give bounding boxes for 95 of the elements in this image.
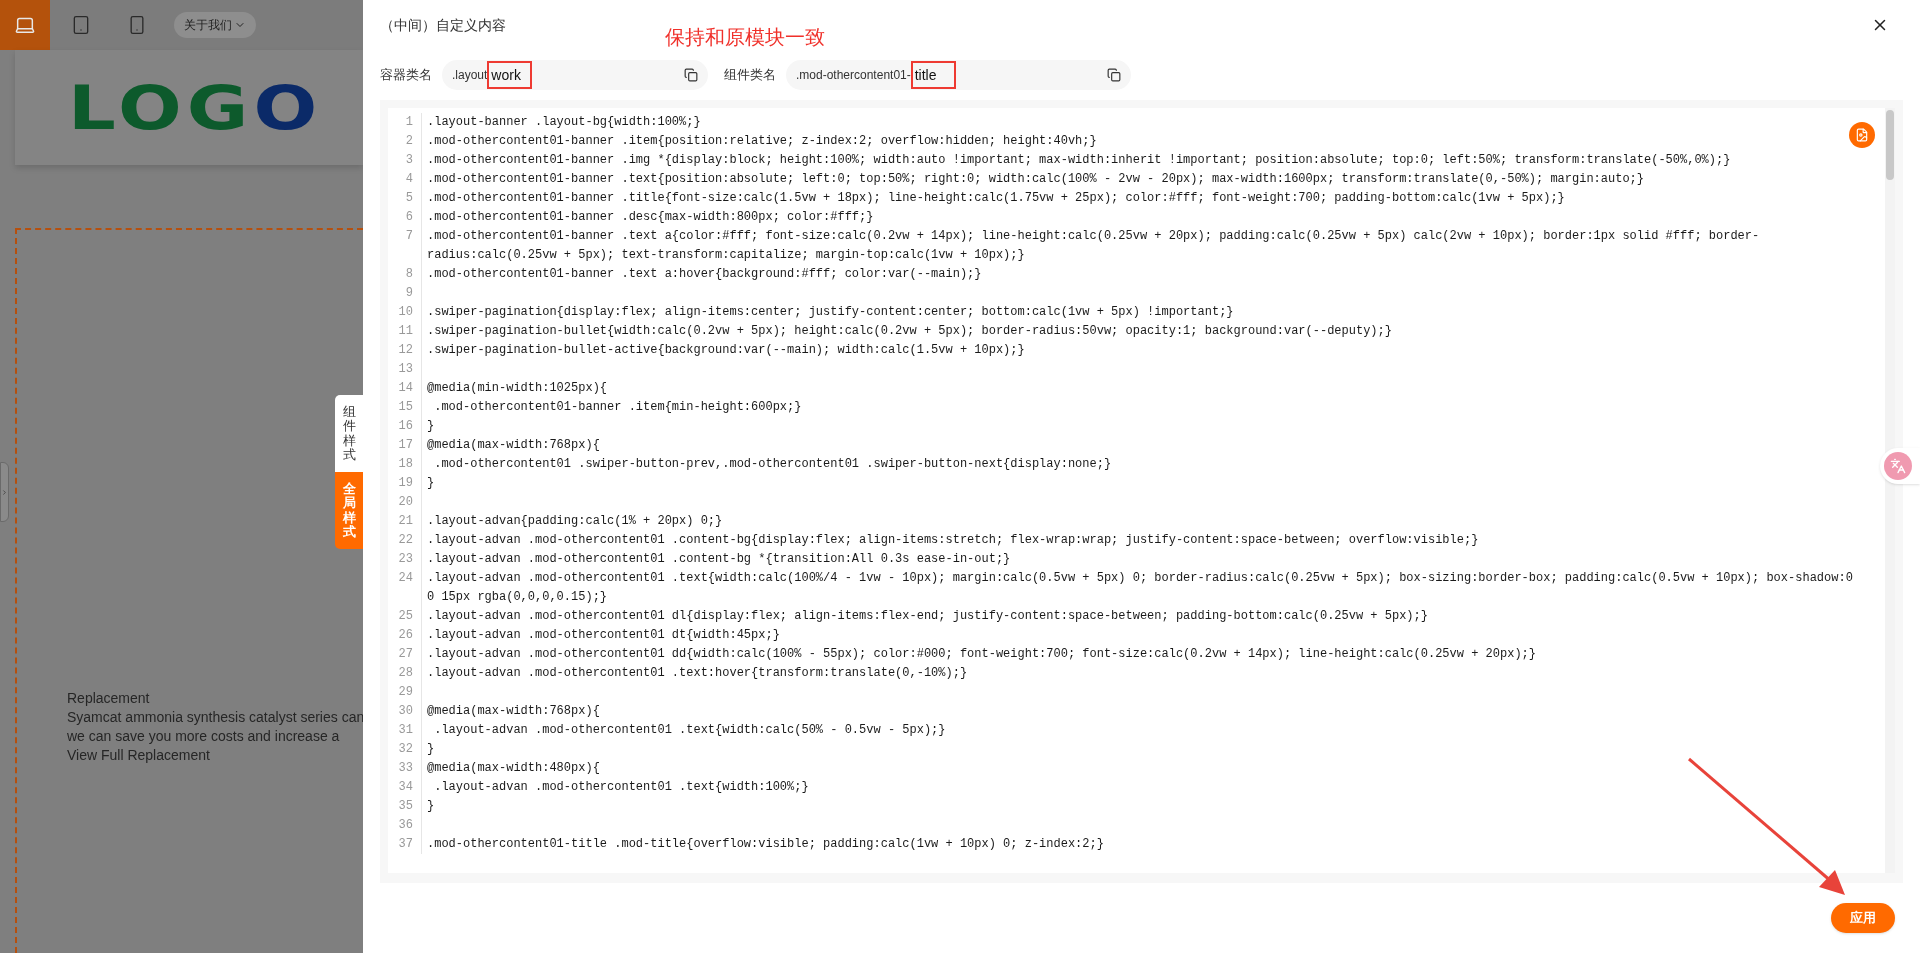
code-line: .swiper-pagination{display:flex; align-items:center; justify-content:center; bottom:calc(1vw + 5px) !important;}	[426, 304, 1235, 321]
code-line: .swiper-pagination-bullet{width:calc(0.2vw + 5px); height:calc(0.2vw + 5px); border-radius:50vw; opacity:1; background:var(--deputy);}	[426, 323, 1393, 340]
style-tab[interactable]: 组件样式	[335, 395, 363, 473]
banner-title: Replacement	[67, 689, 150, 708]
line-number: 17	[388, 436, 422, 455]
code-line: .layout-advan .mod-othercontent01 .content-bg{display:flex; align-items:stretch; flex-wrap:wrap; justify-content:space-between; overflow:visible;}	[426, 532, 1480, 549]
line-number: 27	[388, 645, 422, 664]
translate-icon	[1890, 458, 1906, 474]
line-number: 21	[388, 512, 422, 531]
line-number: 12	[388, 341, 422, 360]
view-link[interactable]: View Full Replacement	[67, 746, 210, 765]
code-line: .layout-advan .mod-othercontent01 .content-bg *{transition:All 0.3s ease-in-out;}	[426, 551, 1012, 568]
line-number: 31	[388, 721, 422, 740]
code-line: @media(max-width:768px){	[426, 437, 601, 454]
code-line: .mod-othercontent01-banner .item{min-height:600px;}	[433, 399, 803, 416]
code-line: .layout-advan .mod-othercontent01 dl{display:flex; align-items:flex-end; justify-content:space-between; padding-bottom:calc(0.25vw + 5px);}	[426, 608, 1429, 625]
code-line: .mod-othercontent01-banner .desc{max-width:800px; color:#fff;}	[426, 209, 875, 226]
line-number: 4	[388, 170, 422, 189]
code-line: .mod-othercontent01-title .mod-title{overflow:visible; padding:calc(1vw + 10px) 0; z-index:2;}	[426, 836, 1105, 853]
code-line: .layout-banner .layout-bg{width:100%;}	[426, 114, 702, 131]
class-name-field[interactable]: .mod-othercontent01- title	[786, 60, 1131, 90]
code-line: .mod-othercontent01-banner .img *{display:block; height:100%; width:auto !important; max-width:inherit !important; position:absolute; top:0; left:50%; transform:translate(-50%,0%);}	[426, 152, 1732, 169]
tablet-icon	[71, 15, 91, 35]
line-number: 24	[388, 569, 422, 607]
line-number: 18	[388, 455, 422, 474]
copy-icon[interactable]	[684, 68, 698, 82]
line-number: 13	[388, 360, 422, 379]
line-number: 16	[388, 417, 422, 436]
code-line: }	[426, 418, 436, 435]
laptop-view-button[interactable]	[0, 0, 50, 50]
apply-button[interactable]: 应用	[1831, 903, 1895, 933]
line-number: 10	[388, 303, 422, 322]
translate-button[interactable]	[1880, 448, 1920, 484]
line-number: 30	[388, 702, 422, 721]
line-number: 5	[388, 189, 422, 208]
code-line: .swiper-pagination-bullet-active{background:var(--main); width:calc(1.5vw + 10px);}	[426, 342, 1026, 359]
code-editor[interactable]	[380, 100, 1903, 883]
code-line: .mod-othercontent01-banner .text a{color:#fff; font-size:calc(0.2vw + 14px); line-height:calc(0.25vw + 20px); padding:calc(0.25vw + 5px) calc(2vw + 10px); border:1px solid #fff; border-radius:calc(0.25vw + 5px); text-transform:capitalize; margin-top:calc(1vw + 10px);}	[426, 228, 1761, 264]
code-line: @media(max-width:480px){	[426, 760, 601, 777]
code-line: .layout-advan .mod-othercontent01 dd{width:calc(100% - 55px); color:#000; font-weight:700; font-size:calc(0.2vw + 14px); line-height:calc(0.25vw + 20px);}	[426, 646, 1537, 663]
code-line: .layout-advan .mod-othercontent01 dt{width:45px;}	[426, 627, 781, 644]
line-number: 2	[388, 132, 422, 151]
code-line: .layout-advan .mod-othercontent01 .text{width:100%;}	[433, 779, 810, 796]
line-number: 6	[388, 208, 422, 227]
banner-description-line: we can save you more costs and increase a	[67, 727, 340, 746]
code-line: .layout-advan .mod-othercontent01 .text{width:calc(50% - 0.5vw - 5px);}	[433, 722, 947, 739]
line-number: 1	[388, 113, 422, 132]
line-number: 14	[388, 379, 422, 398]
line-number: 34	[388, 778, 422, 797]
line-number: 22	[388, 531, 422, 550]
expand-handle[interactable]	[0, 462, 9, 522]
class-name-field[interactable]: .layout work	[442, 60, 708, 90]
code-line: }	[426, 741, 436, 758]
line-number: 8	[388, 265, 422, 284]
line-number: 26	[388, 626, 422, 645]
code-line: .layout-advan .mod-othercontent01 .text:hover{transform:translate(0,-10%);}	[426, 665, 969, 682]
code-line: }	[426, 475, 436, 492]
style-tab[interactable]: 全局样式	[335, 472, 363, 550]
image-icon	[1855, 128, 1869, 142]
copy-icon[interactable]	[1107, 68, 1121, 82]
line-number: 19	[388, 474, 422, 493]
field-label: 组件类名	[724, 66, 776, 85]
code-line: .mod-othercontent01-banner .item{position:relative; z-index:2; overflow:hidden; height:40vh;}	[426, 133, 1098, 150]
line-number: 32	[388, 740, 422, 759]
banner-description-line: Syamcat ammonia synthesis catalyst series can	[67, 708, 365, 727]
line-number: 37	[388, 835, 422, 854]
scrollbar[interactable]	[1885, 108, 1895, 873]
line-number: 9	[388, 284, 422, 303]
code-line: .mod-othercontent01-banner .text{position:absolute; left:0; top:50%; right:0; width:calc(100% - 2vw - 20px); max-width:1600px; transform:translate(0,-50%); margin:auto;}	[426, 171, 1645, 188]
code-line: .layout-advan .mod-othercontent01 .text{width:calc(100%/4 - 1vw - 10px); margin:calc(0.5vw + 5px) 0; border-radius:calc(0.25vw + 5px); box-sizing:border-box; padding:calc(0.5vw + 10px); box-shadow:0 0 15px rgba(0,0,0,0.15);}	[426, 570, 1854, 606]
field-label: 容器类名	[380, 66, 432, 85]
line-number: 20	[388, 493, 422, 512]
line-number: 28	[388, 664, 422, 683]
line-number: 7	[388, 227, 422, 265]
line-number: 23	[388, 550, 422, 569]
line-number: 11	[388, 322, 422, 341]
line-number: 33	[388, 759, 422, 778]
code-line: .mod-othercontent01 .swiper-button-prev,.mod-othercontent01 .swiper-button-next{display:none;}	[433, 456, 1113, 473]
page-dropdown[interactable]: 关于我们	[174, 12, 256, 38]
line-number: 15	[388, 398, 422, 417]
code-line: .mod-othercontent01-banner .text a:hover{background:#fff; color:var(--main);}	[426, 266, 983, 283]
drawer-title: （中间）自定义内容	[380, 15, 506, 35]
code-line: @media(min-width:1025px){	[426, 380, 609, 397]
line-number: 35	[388, 797, 422, 816]
image-button[interactable]	[1849, 122, 1875, 148]
line-number: 25	[388, 607, 422, 626]
annotation-text: 保持和原模块一致	[665, 25, 825, 50]
line-number: 29	[388, 683, 422, 702]
code-line: }	[426, 798, 436, 815]
logo: LOG O	[68, 77, 323, 138]
code-line: .layout-advan{padding:calc(1% + 20px) 0;}	[426, 513, 724, 530]
line-number: 36	[388, 816, 422, 835]
line-number: 3	[388, 151, 422, 170]
code-line: .mod-othercontent01-banner .title{font-size:calc(1.5vw + 18px); line-height:calc(1.75vw + 25px); color:#fff; font-weight:700; padding-bottom:calc(1vw + 5px);}	[426, 190, 1566, 207]
code-line: @media(max-width:768px){	[426, 703, 601, 720]
